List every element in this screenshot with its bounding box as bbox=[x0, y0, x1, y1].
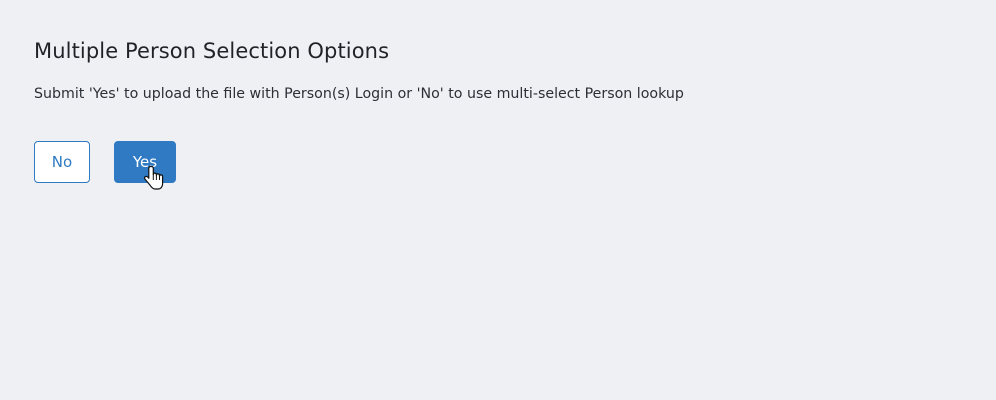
no-button[interactable]: No bbox=[34, 141, 90, 183]
selection-options-page: Multiple Person Selection Options Submit… bbox=[0, 0, 996, 400]
page-title: Multiple Person Selection Options bbox=[34, 39, 390, 63]
yes-button[interactable]: Yes bbox=[114, 141, 176, 183]
page-description: Submit 'Yes' to upload the file with Per… bbox=[34, 86, 684, 102]
